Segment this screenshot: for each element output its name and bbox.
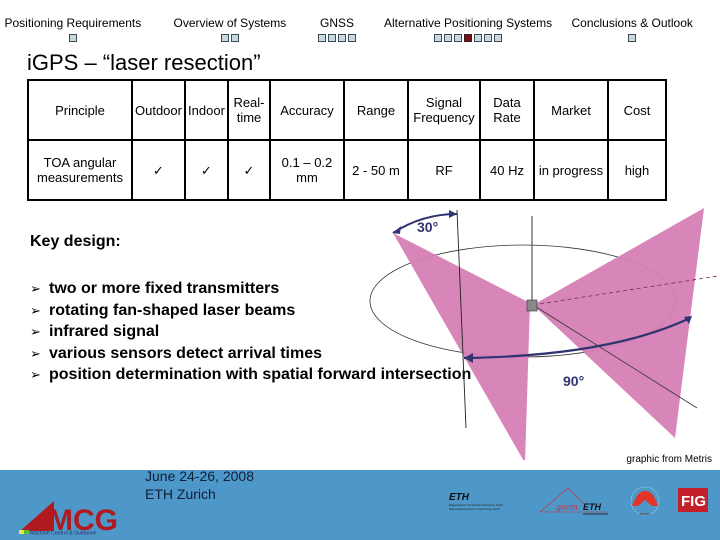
nav-slide-dot[interactable] (484, 34, 493, 42)
nav-slide-dot[interactable] (454, 34, 463, 42)
nav-slide-dot-current[interactable] (464, 34, 473, 42)
nav-section-label[interactable]: GNSS (318, 16, 356, 30)
nav-slide-dot[interactable] (230, 34, 239, 42)
header-indoor: Indoor (183, 79, 229, 141)
nav-slide-dot[interactable] (338, 34, 346, 42)
nav-section[interactable]: Positioning Requirements (5, 16, 142, 42)
cell-data-rate: 40 Hz (478, 139, 535, 201)
geom-eth-text: ETH (583, 502, 602, 512)
table-row: TOA angular measurements ✓ ✓ ✓ 0.1 – 0.2… (27, 139, 667, 201)
header-realtime: Real-time (226, 79, 271, 141)
tilt-angle-label: 30° (417, 219, 438, 235)
mcg-yellow-square (19, 530, 24, 534)
eth-line2: Swiss Federal Institute of Technology Zu… (449, 507, 500, 511)
nav-slide-dot[interactable] (220, 34, 229, 42)
nav-section[interactable]: GNSS (318, 16, 356, 42)
key-design-heading: Key design: (30, 233, 121, 250)
cell-principle: TOA angular measurements (27, 139, 133, 201)
nav-section[interactable]: Overview of Systems (174, 16, 287, 42)
header-signal-frequency: Signal Frequency (406, 79, 481, 141)
header-accuracy: Accuracy (268, 79, 345, 141)
mcg-logo: MCG Machine Control & Guidance (19, 501, 118, 536)
event-place: ETH Zurich (145, 486, 216, 502)
rotation-angle-label: 90° (563, 373, 584, 389)
nav-section-label[interactable]: Positioning Requirements (5, 16, 142, 30)
mcg-green-square (24, 530, 29, 534)
mountain-icon (632, 490, 658, 506)
igps-laser-fan-diagram: 30° 90° (369, 208, 719, 460)
nav-slide-dot[interactable] (328, 34, 336, 42)
nav-slide-dot[interactable] (494, 34, 503, 42)
cell-cost: high (606, 139, 667, 201)
eth-logo: ETH Eidgenössische Technische Hochschule… (449, 492, 504, 511)
nav-slide-dot[interactable] (434, 34, 443, 42)
nav-section[interactable]: Alternative Positioning Systems (384, 16, 552, 42)
geometh-logo: geom ETH (539, 487, 608, 515)
cell-range: 2 - 50 m (342, 139, 409, 201)
cell-accuracy: 0.1 – 0.2 mm (268, 139, 345, 201)
fig-logo: FIG (678, 488, 708, 512)
event-date: June 24-26, 2008 (145, 468, 254, 484)
section-navigation: Positioning Requirements Overview of Syst… (0, 0, 720, 50)
table-header-row: Principle Outdoor Indoor Real-time Accur… (27, 79, 667, 141)
geom-text: geom (556, 502, 578, 513)
cell-signal-frequency: RF (406, 139, 481, 201)
nav-slide-dot[interactable] (318, 34, 326, 42)
nav-slide-dot[interactable] (348, 34, 356, 42)
nav-slide-dot[interactable] (68, 34, 77, 42)
nav-slide-dot[interactable] (628, 34, 637, 42)
nav-slide-dot[interactable] (444, 34, 453, 42)
fig-wordmark: FIG (681, 493, 706, 510)
nav-section-label[interactable]: Overview of Systems (174, 16, 287, 30)
header-range: Range (342, 79, 409, 141)
header-market: Market (532, 79, 609, 141)
eth-wordmark: ETH (449, 492, 470, 503)
cell-market: in progress (532, 139, 609, 201)
nav-section-label[interactable]: Alternative Positioning Systems (384, 16, 552, 30)
arrowhead-icon (449, 210, 457, 218)
header-principle: Principle (27, 79, 133, 141)
header-outdoor: Outdoor (131, 79, 186, 141)
nav-slide-dots (384, 34, 552, 42)
header-data-rate: Data Rate (478, 79, 535, 141)
society-seal-logo (630, 486, 660, 516)
left-laser-fan (393, 233, 530, 460)
cell-outdoor-check: ✓ (131, 139, 186, 201)
specification-table: Principle Outdoor Indoor Real-time Accur… (27, 79, 667, 201)
nav-slide-dots (5, 34, 142, 42)
cell-indoor-check: ✓ (183, 139, 229, 201)
arrowhead-icon (393, 226, 401, 234)
nav-section-label[interactable]: Conclusions & Outlook (572, 16, 693, 30)
nav-slide-dots (318, 34, 356, 42)
eth-line1: Eidgenössische Technische Hochschule Zür… (449, 503, 504, 507)
transmitter-icon (526, 299, 538, 312)
header-cost: Cost (606, 79, 667, 141)
nav-slide-dot[interactable] (474, 34, 483, 42)
cell-realtime-check: ✓ (226, 139, 271, 201)
slide-title: iGPS – “laser resection” (27, 50, 261, 75)
nav-slide-dots (174, 34, 287, 42)
mcg-tagline: Machine Control & Guidance (30, 531, 96, 536)
nav-slide-dots (572, 34, 693, 42)
nav-section[interactable]: Conclusions & Outlook (572, 16, 693, 42)
graphic-credit: graphic from Metris (626, 454, 712, 465)
footer-bar: MCG Machine Control & Guidance June 24-2… (0, 468, 720, 540)
